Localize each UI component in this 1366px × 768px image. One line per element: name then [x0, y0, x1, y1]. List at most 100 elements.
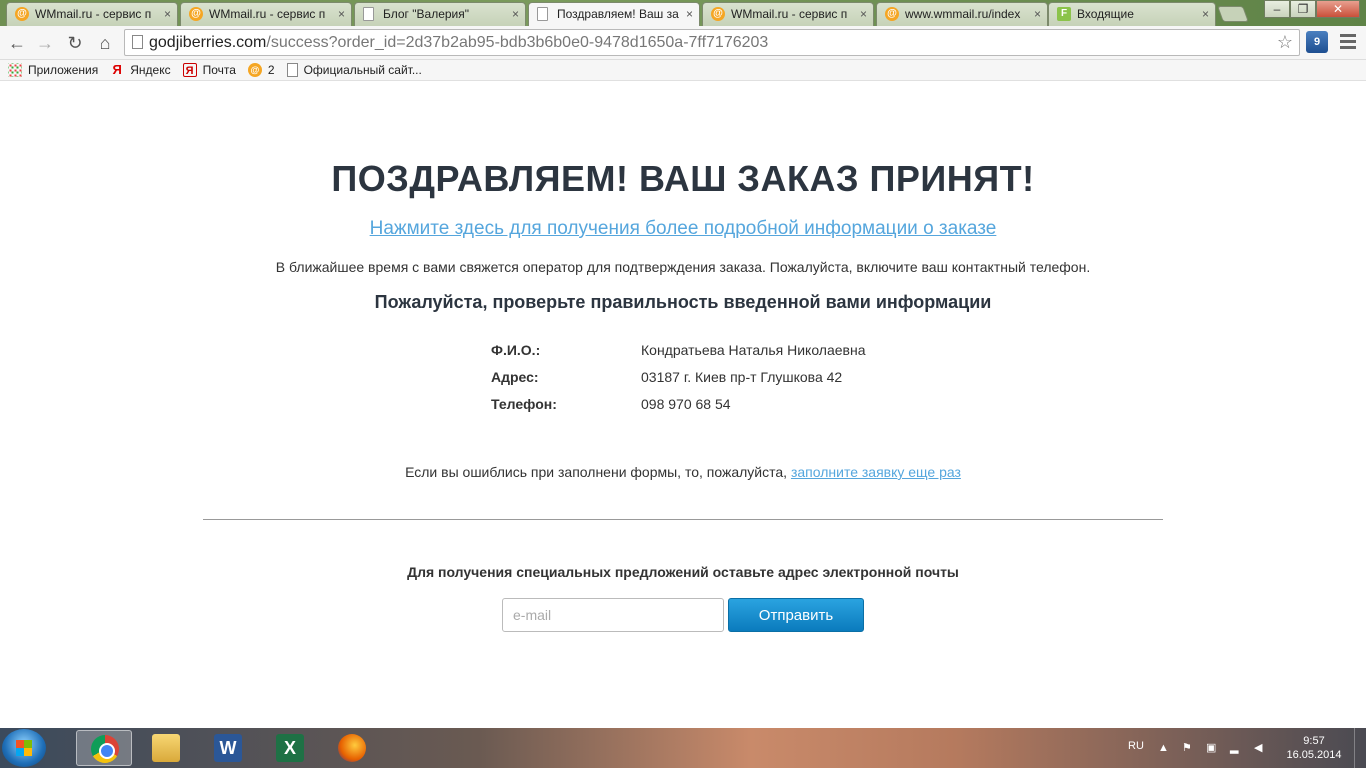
- tab-success-active[interactable]: Поздравляем! Ваш за ×: [528, 2, 700, 26]
- tab-title: www.wmmail.ru/index: [905, 7, 1021, 21]
- start-button[interactable]: [2, 729, 46, 767]
- at-icon: @: [247, 63, 262, 77]
- home-icon[interactable]: ⌂: [92, 30, 118, 56]
- windows-logo-icon: [16, 740, 32, 756]
- page-content: ПОЗДРАВЛЯЕМ! ВАШ ЗАКАЗ ПРИНЯТ! Нажмите з…: [0, 82, 1366, 728]
- bookmark-official-site[interactable]: Официальный сайт...: [286, 63, 422, 77]
- close-window-button[interactable]: ✕: [1316, 0, 1360, 18]
- info-value: Кондратьева Наталья Николаевна: [641, 342, 866, 358]
- taskbar-word[interactable]: W: [200, 730, 256, 766]
- refill-form-link[interactable]: заполните заявку еще раз: [791, 464, 961, 480]
- action-center-flag-icon[interactable]: ⚑: [1182, 742, 1194, 754]
- excel-icon: X: [276, 734, 304, 762]
- tray-app-icon[interactable]: ▣: [1206, 742, 1218, 754]
- order-details-link[interactable]: Нажмите здесь для получения более подроб…: [370, 218, 997, 239]
- tab-close-icon[interactable]: ×: [1034, 3, 1041, 25]
- tab-close-icon[interactable]: ×: [164, 3, 171, 25]
- forward-icon[interactable]: →: [32, 30, 58, 56]
- info-value: 03187 г. Киев пр-т Глушкова 42: [641, 369, 843, 385]
- tab-strip: @ WMmail.ru - сервис п × @ WMmail.ru - с…: [0, 0, 1366, 26]
- address-bar[interactable]: godjiberries.com/success?order_id=2d37b2…: [124, 29, 1300, 56]
- page-icon: [132, 35, 143, 49]
- bookmarks-bar: Приложения Я Яндекс Я Почта @ 2 Официаль…: [0, 60, 1366, 81]
- tab-close-icon[interactable]: ×: [338, 3, 345, 25]
- apps-grid-icon: [8, 63, 22, 77]
- at-icon: @: [711, 7, 725, 21]
- tab-close-icon[interactable]: ×: [512, 3, 519, 25]
- bookmark-label: Приложения: [28, 63, 99, 77]
- tab-wmmail-1[interactable]: @ WMmail.ru - сервис п ×: [6, 2, 178, 26]
- tab-close-icon[interactable]: ×: [860, 3, 867, 25]
- url-path: /success?order_id=2d37b2ab95-bdb3b6b0e0-…: [266, 34, 769, 51]
- firefox-icon: [338, 734, 366, 762]
- system-clock[interactable]: 9:57 16.05.2014: [1284, 734, 1344, 762]
- send-button[interactable]: Отправить: [728, 598, 864, 632]
- windows-taskbar: W X RU ▲ ⚑ ▣ ▂ ◀ 9:57 16.05.2014: [0, 728, 1366, 768]
- info-label: Ф.И.О.:: [491, 342, 541, 358]
- taskbar-chrome[interactable]: [76, 730, 132, 766]
- taskbar-firefox[interactable]: [324, 730, 380, 766]
- tab-blog-valeria[interactable]: Блог "Валерия" ×: [354, 2, 526, 26]
- chrome-menu-icon[interactable]: [1338, 32, 1358, 52]
- tab-title: Блог "Валерия": [383, 7, 470, 21]
- show-desktop-button[interactable]: [1354, 728, 1366, 768]
- operator-notice: В ближайшее время с вами свяжется операт…: [275, 259, 1091, 275]
- info-row-name: Ф.И.О.: Кондратьева Наталья Николаевна: [491, 342, 866, 369]
- tab-wmmail-3[interactable]: @ WMmail.ru - сервис п ×: [702, 2, 874, 26]
- url-host: godjiberries.com: [149, 34, 267, 51]
- explorer-folder-icon: [152, 734, 180, 762]
- doc-icon: [286, 63, 298, 77]
- network-signal-icon[interactable]: ▂: [1230, 742, 1242, 754]
- at-icon: @: [189, 7, 203, 21]
- promo-heading: Для получения специальных предложений ос…: [407, 564, 959, 580]
- info-row-address: Адрес: 03187 г. Киев пр-т Глушкова 42: [491, 369, 866, 396]
- at-icon: @: [15, 7, 29, 21]
- at-icon: @: [885, 7, 899, 21]
- bookmark-label: Яндекс: [130, 63, 171, 77]
- word-icon: W: [214, 734, 242, 762]
- yandex-icon: Я: [112, 62, 122, 77]
- tab-inbox[interactable]: F Входящие ×: [1048, 2, 1216, 26]
- tab-wmmail-index[interactable]: @ www.wmmail.ru/index ×: [876, 2, 1048, 26]
- chrome-icon: [91, 735, 119, 763]
- bookmark-star-icon[interactable]: ☆: [1277, 30, 1293, 55]
- bookmark-label: Официальный сайт...: [303, 63, 422, 77]
- taskbar-excel[interactable]: X: [262, 730, 318, 766]
- doc-icon: [363, 7, 374, 21]
- extension-icon[interactable]: 9: [1306, 31, 1328, 53]
- mistake-message: Если вы ошиблись при заполнени формы, то…: [405, 464, 788, 480]
- bookmark-yandex[interactable]: Я Яндекс: [110, 62, 171, 78]
- reload-icon[interactable]: ↻: [62, 30, 88, 56]
- tab-wmmail-2[interactable]: @ WMmail.ru - сервис п ×: [180, 2, 352, 26]
- info-label: Телефон:: [491, 396, 557, 412]
- new-tab-button[interactable]: [1217, 6, 1249, 22]
- clock-date: 16.05.2014: [1286, 749, 1342, 761]
- check-info-heading: Пожалуйста, проверьте правильность введе…: [374, 292, 992, 312]
- tab-title: WMmail.ru - сервис п: [35, 7, 152, 21]
- volume-muted-icon[interactable]: ◀: [1254, 742, 1266, 754]
- taskbar-explorer[interactable]: [138, 730, 194, 766]
- page-title: ПОЗДРАВЛЯЕМ! ВАШ ЗАКАЗ ПРИНЯТ!: [331, 158, 1035, 199]
- back-icon[interactable]: ←: [4, 30, 30, 56]
- tab-title: WMmail.ru - сервис п: [731, 7, 848, 21]
- info-row-phone: Телефон: 098 970 68 54: [491, 396, 866, 423]
- tab-title: Входящие: [1077, 7, 1134, 21]
- divider: [203, 519, 1163, 520]
- tab-close-icon[interactable]: ×: [686, 3, 693, 25]
- language-indicator[interactable]: RU: [1128, 740, 1144, 752]
- bookmark-label: Почта: [202, 63, 236, 77]
- browser-toolbar: ← → ↻ ⌂ godjiberries.com/success?order_i…: [0, 26, 1366, 60]
- bookmark-label: 2: [267, 63, 275, 77]
- bookmark-mail[interactable]: Я Почта: [182, 63, 236, 77]
- mail-icon: Я: [182, 63, 197, 77]
- tab-title: WMmail.ru - сервис п: [209, 7, 326, 21]
- bookmark-apps[interactable]: Приложения: [8, 63, 98, 77]
- bookmark-2[interactable]: @ 2: [247, 63, 275, 77]
- restore-button[interactable]: ❐: [1290, 0, 1316, 18]
- order-info-table: Ф.И.О.: Кондратьева Наталья Николаевна А…: [491, 342, 866, 423]
- minimize-button[interactable]: –: [1264, 0, 1290, 18]
- tab-close-icon[interactable]: ×: [1202, 3, 1209, 25]
- doc-icon: [537, 7, 548, 21]
- email-input[interactable]: [502, 598, 724, 632]
- tray-expand-icon[interactable]: ▲: [1158, 742, 1170, 754]
